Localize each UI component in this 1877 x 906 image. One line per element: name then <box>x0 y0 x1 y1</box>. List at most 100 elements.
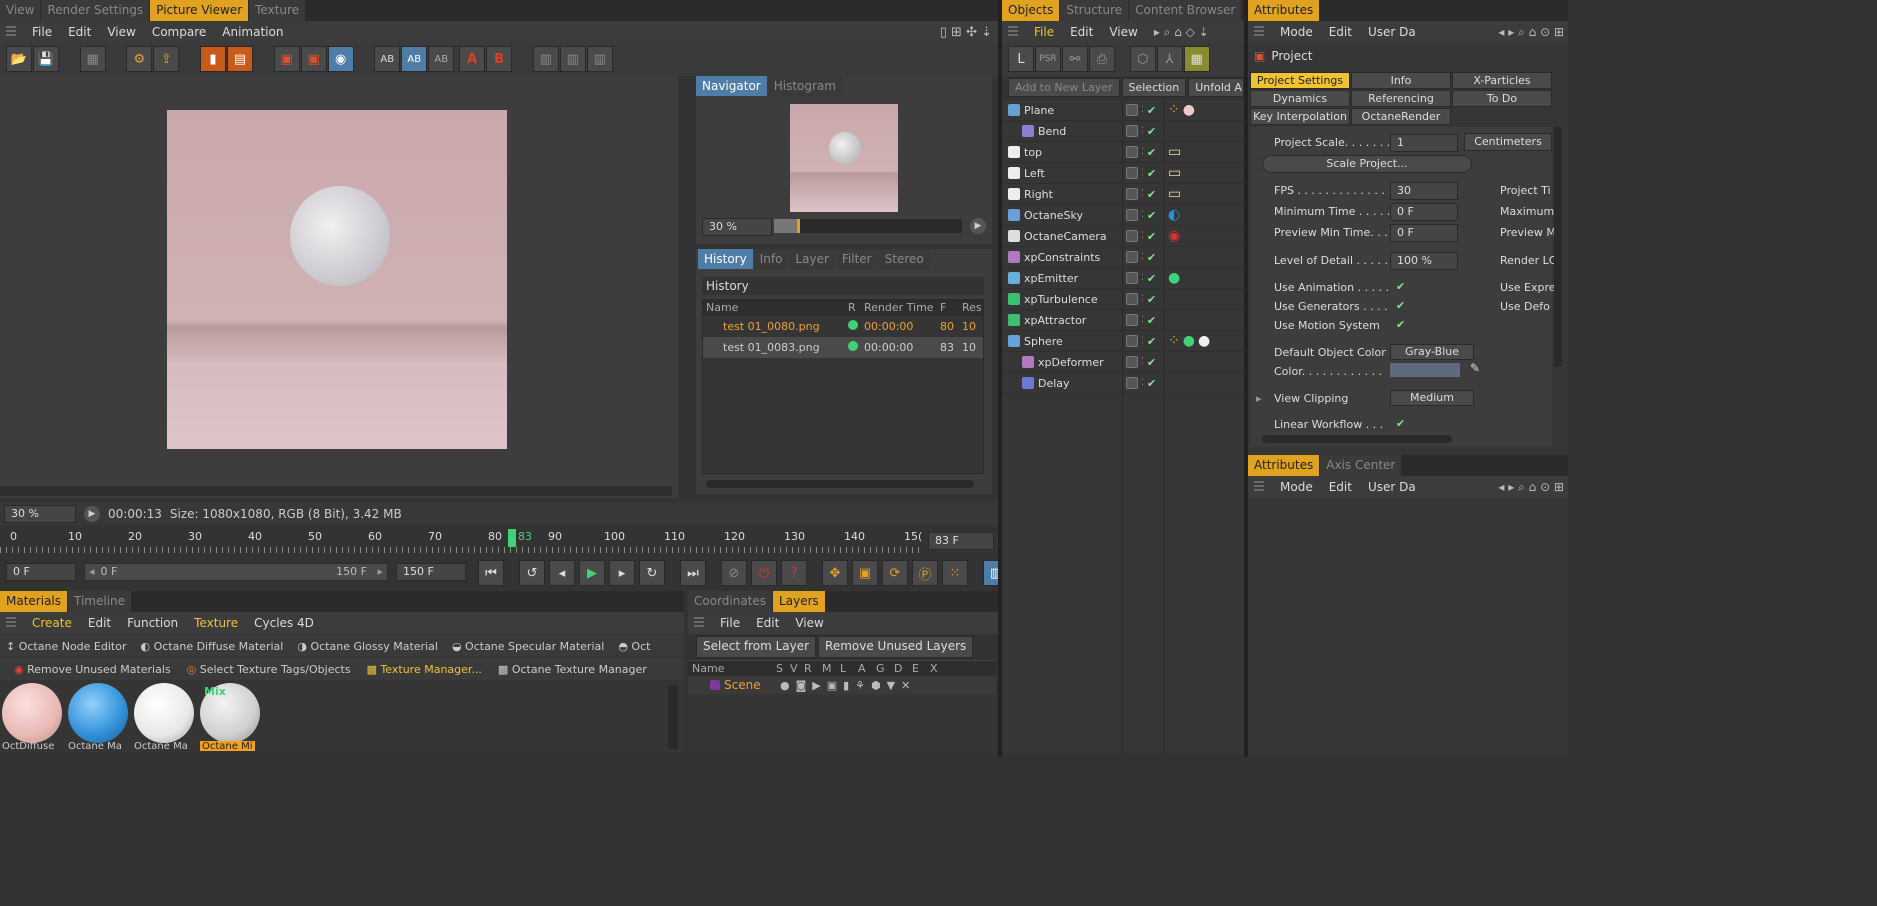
save-icon[interactable]: 💾 <box>33 46 59 72</box>
visibility-dots-icon[interactable]: ⁚ <box>1141 378 1144 388</box>
current-frame-field[interactable]: 83 F <box>928 532 994 550</box>
fps-field[interactable]: 30 <box>1390 182 1458 200</box>
select-texture-tags-button[interactable]: ◎ Select Texture Tags/Objects <box>187 663 351 676</box>
layer-toggle-icon[interactable] <box>1126 314 1138 326</box>
layer-row[interactable]: Scene ●◙▶▣▮⚘⬢▼✕ <box>688 676 996 694</box>
range-slider[interactable]: ◂ 0 F 150 F ▸ <box>84 563 388 581</box>
visibility-dots-icon[interactable]: ⁚ <box>1141 147 1144 157</box>
poly-icon[interactable]: ⬡ <box>1129 46 1156 72</box>
enabled-check-icon[interactable]: ✔ <box>1147 293 1156 306</box>
project-scale-field[interactable]: 1 <box>1390 134 1458 152</box>
default-color-dropdown[interactable]: Gray-Blue <box>1390 344 1474 360</box>
material-vscroll[interactable] <box>668 685 678 749</box>
enabled-check-icon[interactable]: ✔ <box>1147 272 1156 285</box>
menu-file[interactable]: File <box>1026 25 1062 39</box>
ball-icon[interactable]: ● <box>1183 102 1195 118</box>
tab-content-browser[interactable]: Content Browser <box>1129 0 1242 21</box>
lod-field[interactable]: 100 % <box>1390 252 1458 270</box>
col-render-time[interactable]: Render Time <box>864 300 940 315</box>
next-key-icon[interactable]: ↻ <box>639 560 665 586</box>
tab-render-settings[interactable]: Render Settings <box>41 0 150 21</box>
attr-hscroll[interactable] <box>1262 435 1452 443</box>
unit-dropdown[interactable]: Centimeters <box>1464 133 1552 151</box>
layer-toggle-icon[interactable] <box>1126 335 1138 347</box>
octane-glossy-button[interactable]: ◑ Octane Glossy Material <box>297 640 438 653</box>
octane-texture-manager-button[interactable]: ▩ Octane Texture Manager <box>498 663 647 676</box>
sky-tag-icon[interactable]: ◐ <box>1168 207 1180 223</box>
param-key-icon[interactable]: Ⓟ <box>912 560 938 586</box>
layer-toggle-icon[interactable] <box>1126 104 1138 116</box>
octane-diffuse-button[interactable]: ◐ Octane Diffuse Material <box>140 640 283 653</box>
object-row[interactable]: xpTurbulence ⁚ ✔ <box>1002 289 1244 310</box>
menu-user-data[interactable]: User Da <box>1360 25 1424 39</box>
enabled-check-icon[interactable]: ✔ <box>1147 125 1156 138</box>
export-icon[interactable]: ⇪ <box>153 46 180 72</box>
open-icon[interactable]: 📂 <box>6 46 32 72</box>
status-zoom-field[interactable]: 30 % <box>4 505 76 523</box>
hierarchy-icon[interactable]: ⚙ <box>126 46 153 72</box>
tab-picture-viewer[interactable]: Picture Viewer <box>150 0 249 21</box>
menu-view[interactable]: View <box>1101 25 1145 39</box>
select-from-layer-button[interactable]: Select from Layer <box>696 636 817 658</box>
tab-objects[interactable]: Objects <box>1002 0 1060 21</box>
object-row[interactable]: Plane ⁚ ✔ ⁘ ● <box>1002 100 1244 121</box>
menu-edit[interactable]: Edit <box>80 616 119 630</box>
green-tag-icon[interactable]: ● <box>1168 270 1180 286</box>
prev-frame-icon[interactable]: ◂ <box>549 560 575 586</box>
play-icon[interactable]: ▶ <box>970 218 986 234</box>
visibility-dots-icon[interactable]: ⁚ <box>1141 189 1144 199</box>
object-row[interactable]: OctaneCamera ⁚ ✔ ◉ <box>1002 226 1244 247</box>
layout-1-icon[interactable]: ▥ <box>532 46 559 72</box>
tab-axis-center[interactable]: Axis Center <box>1320 455 1402 476</box>
tab-structure[interactable]: Structure <box>1060 0 1129 21</box>
object-row[interactable]: top ⁚ ✔ ▭ <box>1002 142 1244 163</box>
menu-compare[interactable]: Compare <box>144 25 214 39</box>
objects-nav-icons[interactable]: ▸ ⌕ ⌂ ◇ ⇣ <box>1154 25 1209 40</box>
light-tag-icon[interactable]: ▭ <box>1168 144 1181 160</box>
tab-materials[interactable]: Materials <box>0 591 68 612</box>
col-e[interactable]: E <box>912 661 930 676</box>
material-thumb[interactable]: Octane Ma <box>134 683 196 751</box>
menu-edit[interactable]: Edit <box>60 25 99 39</box>
material-thumb[interactable]: OctDiffuse <box>2 683 64 751</box>
view-clipping-dropdown[interactable]: Medium <box>1390 390 1474 406</box>
menu-mode[interactable]: Mode <box>1272 25 1321 39</box>
tab-todo[interactable]: To Do <box>1452 90 1552 107</box>
timeline-ruler[interactable]: 0 10 20 30 40 50 60 70 80 83 90 100 110 … <box>0 527 998 555</box>
tab-referencing[interactable]: Referencing <box>1351 90 1451 107</box>
col-v[interactable]: V <box>790 661 804 676</box>
tab-octanerender[interactable]: OctaneRender <box>1351 108 1451 125</box>
navigator-thumbnail[interactable] <box>790 104 898 212</box>
record-icon[interactable]: ⏻ <box>751 560 777 586</box>
col-m[interactable]: M <box>822 661 840 676</box>
rotate-key-icon[interactable]: ⟳ <box>882 560 908 586</box>
menu-function[interactable]: Function <box>119 616 186 630</box>
visibility-dots-icon[interactable]: ⁚ <box>1141 168 1144 178</box>
pla-key-icon[interactable]: ⁙ <box>942 560 968 586</box>
object-row[interactable]: Delay ⁚ ✔ <box>1002 373 1244 394</box>
menu-create[interactable]: Create <box>24 616 80 630</box>
layer-toggle-icon[interactable] <box>1126 293 1138 305</box>
material-thumb[interactable]: Mix Octane Mi <box>200 683 262 751</box>
scale-key-icon[interactable]: ▣ <box>852 560 878 586</box>
navigator-zoom-field[interactable]: 30 % <box>702 218 772 236</box>
psr-icon[interactable]: PSR <box>1035 46 1061 72</box>
tab-attributes[interactable]: Attributes <box>1248 0 1320 21</box>
menu-edit[interactable]: Edit <box>1321 480 1360 494</box>
menu-view[interactable]: View <box>787 616 831 630</box>
visibility-dots-icon[interactable]: ⁚ <box>1141 105 1144 115</box>
dots-icon[interactable]: ⁘ <box>1168 102 1180 118</box>
col-r[interactable]: R <box>804 661 822 676</box>
menu-file[interactable]: File <box>24 25 60 39</box>
layer-flags-icons[interactable]: ●◙▶▣▮⚘⬢▼✕ <box>780 679 916 692</box>
next-frame-icon[interactable]: ▸ <box>609 560 635 586</box>
object-row[interactable]: Bend ⁚ ✔ <box>1002 121 1244 142</box>
enabled-check-icon[interactable]: ✔ <box>1147 335 1156 348</box>
layer-toggle-icon[interactable] <box>1126 356 1138 368</box>
attr-nav-icons[interactable]: ◂ ▸ ⌕ ⌂ ⊙ ⊞ <box>1498 480 1564 495</box>
delete-icon[interactable]: ▮ <box>199 46 226 72</box>
col-g[interactable]: G <box>876 661 894 676</box>
object-row[interactable]: Sphere ⁚ ✔ ⁘ ● ● <box>1002 331 1244 352</box>
move-key-icon[interactable]: ✥ <box>822 560 848 586</box>
minimum-time-field[interactable]: 0 F <box>1390 203 1458 221</box>
